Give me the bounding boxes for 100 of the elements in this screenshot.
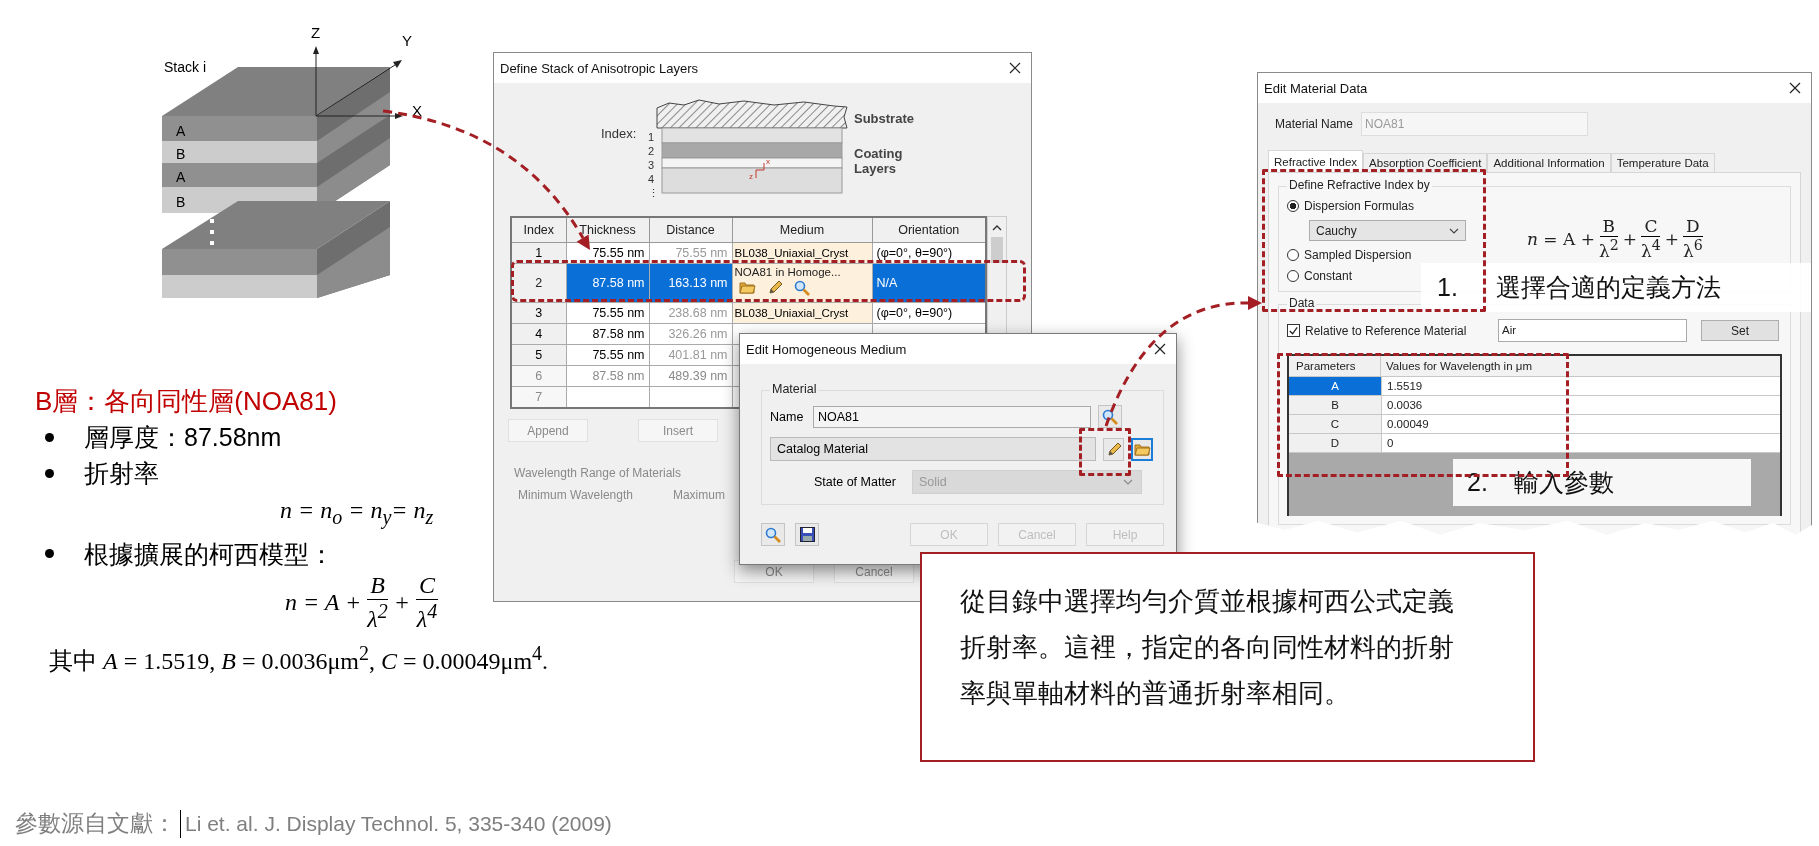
equation-part: n = A + [1527, 229, 1595, 249]
tab[interactable]: Additional Information [1487, 153, 1611, 172]
group-label: Wavelength Range of Materials [513, 466, 681, 480]
layer-label: B [176, 146, 186, 162]
table-cell[interactable]: 0.0036 [1382, 396, 1780, 414]
equation-part: + [1664, 229, 1680, 249]
layer-label: B [176, 194, 186, 210]
field-label: State of Matter [814, 475, 896, 489]
search-icon[interactable] [793, 280, 810, 296]
tab[interactable]: Temperature Data [1610, 153, 1715, 172]
axis-label: z [749, 172, 753, 181]
table-cell[interactable]: 0.00049 [1382, 415, 1780, 433]
fraction: C λ$^{4}$ [1641, 216, 1661, 262]
column-header[interactable]: Medium [732, 217, 872, 243]
table-row[interactable]: 2 87.58 nm 163.13 nm NOA81 in Homoge... N/A [511, 263, 986, 303]
table-cell[interactable]: 0 [1382, 434, 1780, 452]
equation-part: + [393, 589, 411, 617]
table-cell: 3 [511, 302, 566, 324]
substrate-label: Substrate [854, 111, 914, 126]
set-button[interactable]: Set [1701, 320, 1779, 341]
field-label: Material Name [1275, 117, 1354, 131]
coating-label: Coating [854, 146, 903, 161]
group-label: Define Refractive Index by [1287, 178, 1432, 192]
equation: n = n$_{o}$ = n$_{y}$= n$_{z}$ [279, 496, 434, 531]
bullet-text: 折射率 [84, 458, 159, 489]
name-field[interactable]: NOA81 [813, 405, 1091, 428]
group-label: Material [770, 382, 819, 396]
save-button[interactable] [795, 523, 819, 546]
index-number: 1 [648, 131, 655, 143]
radio-option[interactable]: Sampled Dispersion [1287, 248, 1412, 262]
field-label: Name [770, 409, 805, 424]
close-icon[interactable] [1154, 343, 1166, 355]
table-cell[interactable]: C [1289, 415, 1382, 433]
index-label: Index: [601, 126, 637, 141]
scroll-up-icon[interactable] [992, 224, 1002, 231]
equation-part: n = A + [285, 589, 362, 617]
column-header[interactable]: Distance [649, 217, 732, 243]
section-heading: B層：各向同性層(NOA81) [35, 385, 337, 418]
axis-label: x [766, 157, 770, 166]
index-number: 2 [648, 145, 655, 157]
search-icon [765, 526, 781, 543]
caret-icon [1449, 227, 1459, 234]
fraction: D λ$^{6}$ [1683, 216, 1703, 262]
table-row[interactable]: 3 75.55 nm 238.68 nm BL038_Uniaxial_Cryst (φ=0°, θ=90°) [511, 302, 986, 324]
pencil-icon [1106, 441, 1121, 457]
fraction: B λ$^{2}$ [367, 571, 388, 634]
checkbox[interactable]: Relative to Reference Material [1287, 323, 1487, 338]
fraction: C λ$^{4}$ [416, 571, 439, 634]
field-label: Maximum [672, 488, 725, 502]
close-icon[interactable] [1789, 82, 1801, 94]
table-cell[interactable]: A [1289, 377, 1382, 395]
parameter-note: 其中 A = 1.5519, B = 0.0036μm$^{2}$, C = 0.00049μm$^{4}$. [48, 641, 549, 676]
source-label: 參數源自文獻： [15, 809, 176, 838]
formula-dropdown[interactable]: Cauchy [1309, 220, 1466, 241]
coating-label: Layers [854, 161, 896, 176]
tab[interactable]: Refractive Index [1268, 150, 1364, 172]
source-dropdown[interactable]: Catalog Material [770, 437, 1096, 461]
column-header[interactable]: Index [511, 217, 566, 243]
table-row[interactable]: 1 75.55 nm 75.55 nm BL038_Uniaxial_Cryst (φ=0°, θ=90°) [511, 242, 986, 264]
folder-icon [1133, 442, 1151, 456]
axis-label: Y [402, 32, 412, 49]
group-label: Data [1287, 296, 1317, 310]
bullet-text: 根據擴展的柯西模型： [84, 538, 334, 570]
folder-icon[interactable] [738, 280, 756, 294]
column-header[interactable]: Values for Wavelength in μm [1381, 356, 1780, 376]
table-cell: 4 [511, 323, 566, 345]
search-button[interactable] [1098, 405, 1122, 428]
close-icon[interactable] [1009, 62, 1021, 74]
table-cell[interactable]: B [1289, 396, 1382, 414]
index-number: 3 [648, 159, 655, 171]
layer-label: A [176, 169, 186, 185]
edit-button[interactable] [1103, 437, 1125, 461]
table-cell: 6 [511, 365, 566, 387]
cell-text: NOA81 in Homoge... [734, 266, 841, 278]
citation-text: Li et. al. J. Display Technol. 5, 335-340 (2009) [185, 811, 612, 836]
axis-label: Z [311, 24, 321, 41]
reference-field[interactable]: Air [1498, 319, 1687, 342]
equation-part: + [1622, 229, 1637, 249]
table-cell[interactable]: D [1289, 434, 1382, 452]
step-number: 1. [1437, 273, 1458, 302]
window-title: Define Stack of Anisotropic Layers [500, 60, 698, 76]
step-text: 選擇合適的定義方法 [1495, 272, 1721, 303]
pencil-icon[interactable] [767, 280, 782, 295]
axis-label: X [412, 102, 422, 119]
index-number: 4 [648, 173, 655, 185]
fraction: B λ$^{2}$ [1598, 216, 1619, 262]
window-title: Edit Material Data [1264, 80, 1368, 96]
search-icon [1102, 408, 1118, 425]
radio-option[interactable]: Dispersion Formulas [1287, 199, 1415, 213]
explanation-text: 從目錄中選擇均勻介質並根據柯西公式定義折射率。這裡，指定的各向同性材料的折射率與單軸材料的普通折射率相同。 [920, 552, 1535, 762]
search-button[interactable] [761, 523, 785, 546]
field-label: Minimum Wavelength [518, 488, 633, 502]
table-cell: 7 [511, 386, 566, 408]
column-header[interactable]: Orientation [872, 217, 986, 243]
scroll-thumb[interactable] [991, 237, 1003, 263]
column-header[interactable]: Thickness [566, 217, 649, 243]
open-button[interactable] [1131, 437, 1153, 461]
table-cell[interactable]: 1.5519 [1382, 377, 1780, 395]
bullet-icon [45, 432, 54, 442]
radio-option[interactable]: Constant [1287, 269, 1353, 283]
